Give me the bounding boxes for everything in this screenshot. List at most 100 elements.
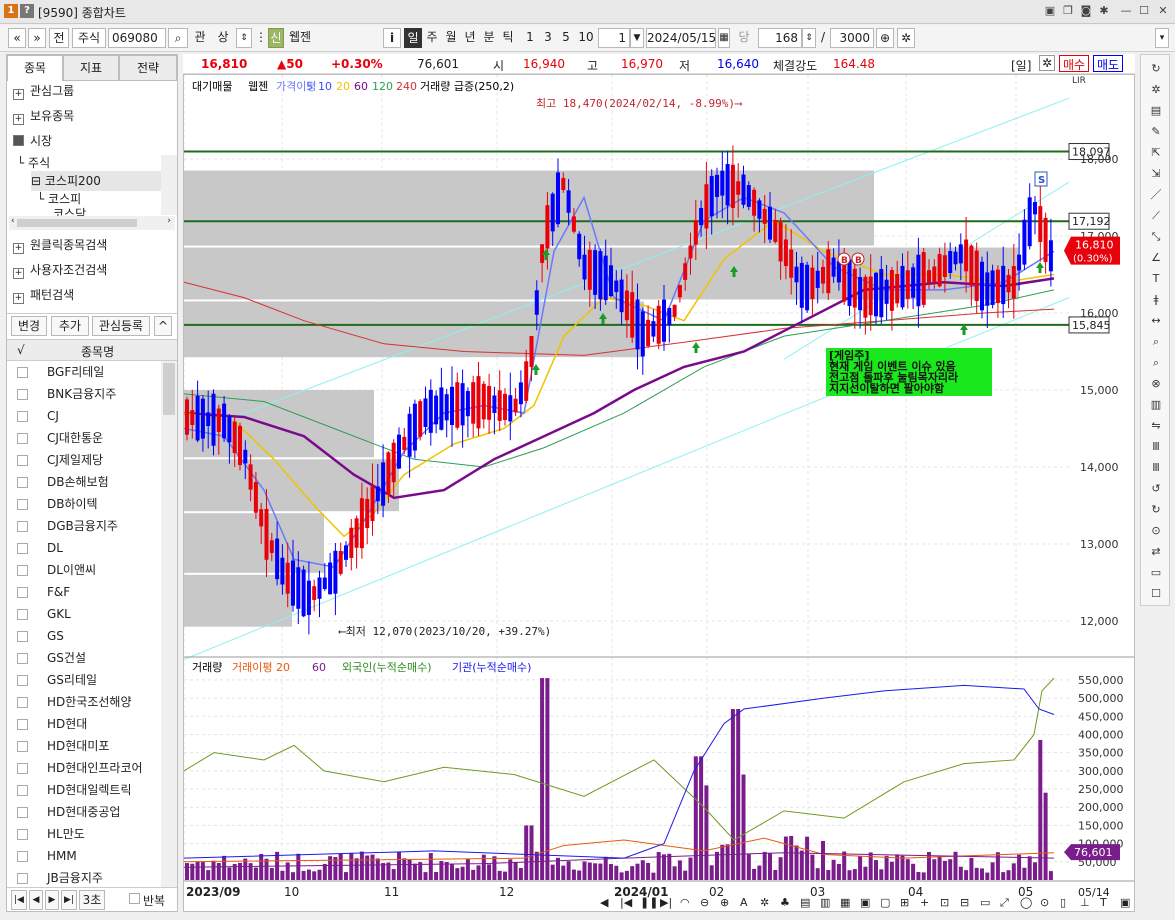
stock-code-input[interactable]: 069080 — [108, 28, 166, 48]
channel-icon[interactable]: ⟋ — [1147, 208, 1165, 224]
refresh-icon[interactable]: ↻ — [1147, 61, 1165, 77]
tab-jongmok[interactable]: 종목 — [7, 55, 63, 81]
stock-checkbox[interactable] — [17, 785, 28, 796]
bottom-tool-icon[interactable]: ⊞ — [900, 896, 909, 909]
stock-list-item[interactable]: JB금융지주 — [7, 867, 159, 887]
bars-spinner[interactable]: ⇕ — [802, 28, 816, 48]
buy-button[interactable]: 매수 — [1059, 55, 1090, 72]
settings-icon[interactable]: ✲ — [1147, 82, 1165, 98]
maximize-icon[interactable]: ☐ — [1136, 3, 1152, 19]
stock-list-item[interactable]: DB하이텍 — [7, 493, 159, 515]
max-bars-input[interactable]: 3000 — [830, 28, 874, 48]
period-tick-tab[interactable]: 틱 — [500, 28, 516, 48]
cursor-icon[interactable]: ⇱ — [1147, 145, 1165, 161]
stock-checkbox[interactable] — [17, 719, 28, 730]
bottom-tool-icon[interactable]: ⊡ — [940, 896, 949, 909]
bottom-tool-icon[interactable]: T — [1100, 896, 1107, 909]
stock-checkbox[interactable] — [17, 543, 28, 554]
stock-checkbox[interactable] — [17, 565, 28, 576]
stock-list-item[interactable]: CJ — [7, 405, 159, 427]
tab-strategy[interactable]: 전략 — [119, 55, 177, 81]
range-icon[interactable]: ↔ — [1147, 313, 1165, 329]
bottom-tool-icon[interactable]: ▥ — [820, 896, 830, 909]
bottom-tool-icon[interactable]: ▣ — [860, 896, 870, 909]
redo-icon[interactable]: ↻ — [1147, 502, 1165, 518]
bottom-tool-icon[interactable]: ✲ — [760, 896, 769, 909]
period-day-tab[interactable]: 일 — [404, 28, 422, 48]
stock-checkbox[interactable] — [17, 807, 28, 818]
swap-icon[interactable]: ⇋ — [1147, 418, 1165, 434]
stock-checkbox[interactable] — [17, 851, 28, 862]
undo-icon[interactable]: ↺ — [1147, 481, 1165, 497]
stock-list-item[interactable]: DGB금융지주 — [7, 515, 159, 537]
bottom-tool-icon[interactable]: ⊥ — [1080, 896, 1090, 909]
register-button[interactable]: 관심등록 — [92, 316, 150, 336]
gear-icon[interactable]: ✲ — [897, 28, 915, 48]
pencil-icon[interactable]: ✎ — [1147, 124, 1165, 140]
bottom-tool-icon[interactable]: ⤢ — [1000, 896, 1009, 910]
camera-icon[interactable]: ◙ — [1078, 3, 1094, 19]
info-button[interactable]: i — [383, 28, 401, 48]
stock-list-item[interactable]: GKL — [7, 603, 159, 625]
num-3-button[interactable]: 3 — [540, 28, 556, 48]
stock-checkbox[interactable] — [17, 653, 28, 664]
bars2-icon[interactable]: Ⅲ — [1147, 460, 1165, 476]
tree-oneclick-search[interactable]: + 원클릭종목검색 — [13, 235, 107, 255]
stock-list-item[interactable]: DL — [7, 537, 159, 559]
bottom-tool-icon[interactable]: ▣ — [1120, 896, 1130, 909]
bottom-tool-icon[interactable]: A — [740, 896, 748, 909]
box-icon[interactable]: ☐ — [1147, 586, 1165, 602]
stock-list-item[interactable]: HD현대중공업 — [7, 801, 159, 823]
tree-holdings[interactable]: + 보유종목 — [13, 106, 74, 126]
collapse-icon[interactable]: ^ — [154, 316, 172, 336]
bottom-tool-icon[interactable]: + — [920, 896, 929, 909]
stock-list-item[interactable]: CJ제일제당 — [7, 449, 159, 471]
first-icon[interactable]: |◀ — [11, 890, 27, 910]
line-icon[interactable]: ⇲ — [1147, 166, 1165, 182]
last-icon[interactable]: ▶| — [61, 890, 77, 910]
stock-checkbox[interactable] — [17, 367, 28, 378]
stock-list-item[interactable]: CJ대한통운 — [7, 427, 159, 449]
link-icon[interactable]: ▣ — [1042, 3, 1058, 19]
bottom-tool-icon[interactable]: ▦ — [840, 896, 850, 909]
zoom-out-icon[interactable]: ⌕ — [1147, 355, 1165, 371]
list-scrollbar[interactable] — [161, 361, 177, 887]
settings-icon[interactable]: ✱ — [1096, 3, 1112, 19]
zoom-in-icon[interactable]: ⊕ — [876, 28, 894, 48]
text-icon[interactable]: T — [1147, 271, 1165, 287]
tree-watch-group[interactable]: + 관심그룹 — [13, 81, 74, 101]
bars-icon[interactable]: Ⅲ — [1147, 439, 1165, 455]
stock-checkbox[interactable] — [17, 389, 28, 400]
stock-type-select[interactable]: 주식 — [72, 28, 106, 48]
bottom-tool-icon[interactable]: |◀ — [620, 896, 632, 909]
tree-pattern-search[interactable]: + 패턴검색 — [13, 285, 74, 305]
stock-list-item[interactable]: HD한국조선해양 — [7, 691, 159, 713]
trendline-icon[interactable]: ／ — [1147, 187, 1165, 203]
chart-svg[interactable]: 18,09717,19215,845최고 18,470(2024/02/14, … — [183, 75, 1134, 911]
stock-list-item[interactable]: BGF리테일 — [7, 361, 159, 383]
stock-list-item[interactable]: GS건설 — [7, 647, 159, 669]
frame-icon[interactable]: ▭ — [1147, 565, 1165, 581]
stock-checkbox[interactable] — [17, 675, 28, 686]
bottom-tool-icon[interactable]: ▤ — [800, 896, 810, 909]
tree-user-condition[interactable]: + 사용자조건검색 — [13, 260, 107, 280]
stock-list-item[interactable]: HD현대일렉트릭 — [7, 779, 159, 801]
bottom-tool-icon[interactable]: ⊖ — [700, 896, 709, 909]
stock-checkbox[interactable] — [17, 433, 28, 444]
bottom-tool-icon[interactable]: ⊟ — [960, 896, 969, 909]
sang-button[interactable]: 상 — [214, 28, 232, 48]
stock-list-item[interactable]: GS — [7, 625, 159, 647]
stock-list-item[interactable]: HD현대인프라코어 — [7, 757, 159, 779]
num-5-button[interactable]: 5 — [558, 28, 574, 48]
stock-checkbox[interactable] — [17, 609, 28, 620]
angle-icon[interactable]: ∠ — [1147, 250, 1165, 266]
period-week-tab[interactable]: 주 — [424, 28, 440, 48]
stock-checkbox[interactable] — [17, 873, 28, 884]
stock-checkbox[interactable] — [17, 587, 28, 598]
grid-icon[interactable]: ▥ — [1147, 397, 1165, 413]
arrows-icon[interactable]: ⇄ — [1147, 544, 1165, 560]
search-icon[interactable]: ⌕ — [168, 28, 188, 48]
gwan-button[interactable]: 관 — [191, 28, 209, 48]
expand-icon[interactable]: ▾ — [1155, 28, 1169, 48]
tree-market[interactable]: 시장 — [13, 131, 52, 151]
